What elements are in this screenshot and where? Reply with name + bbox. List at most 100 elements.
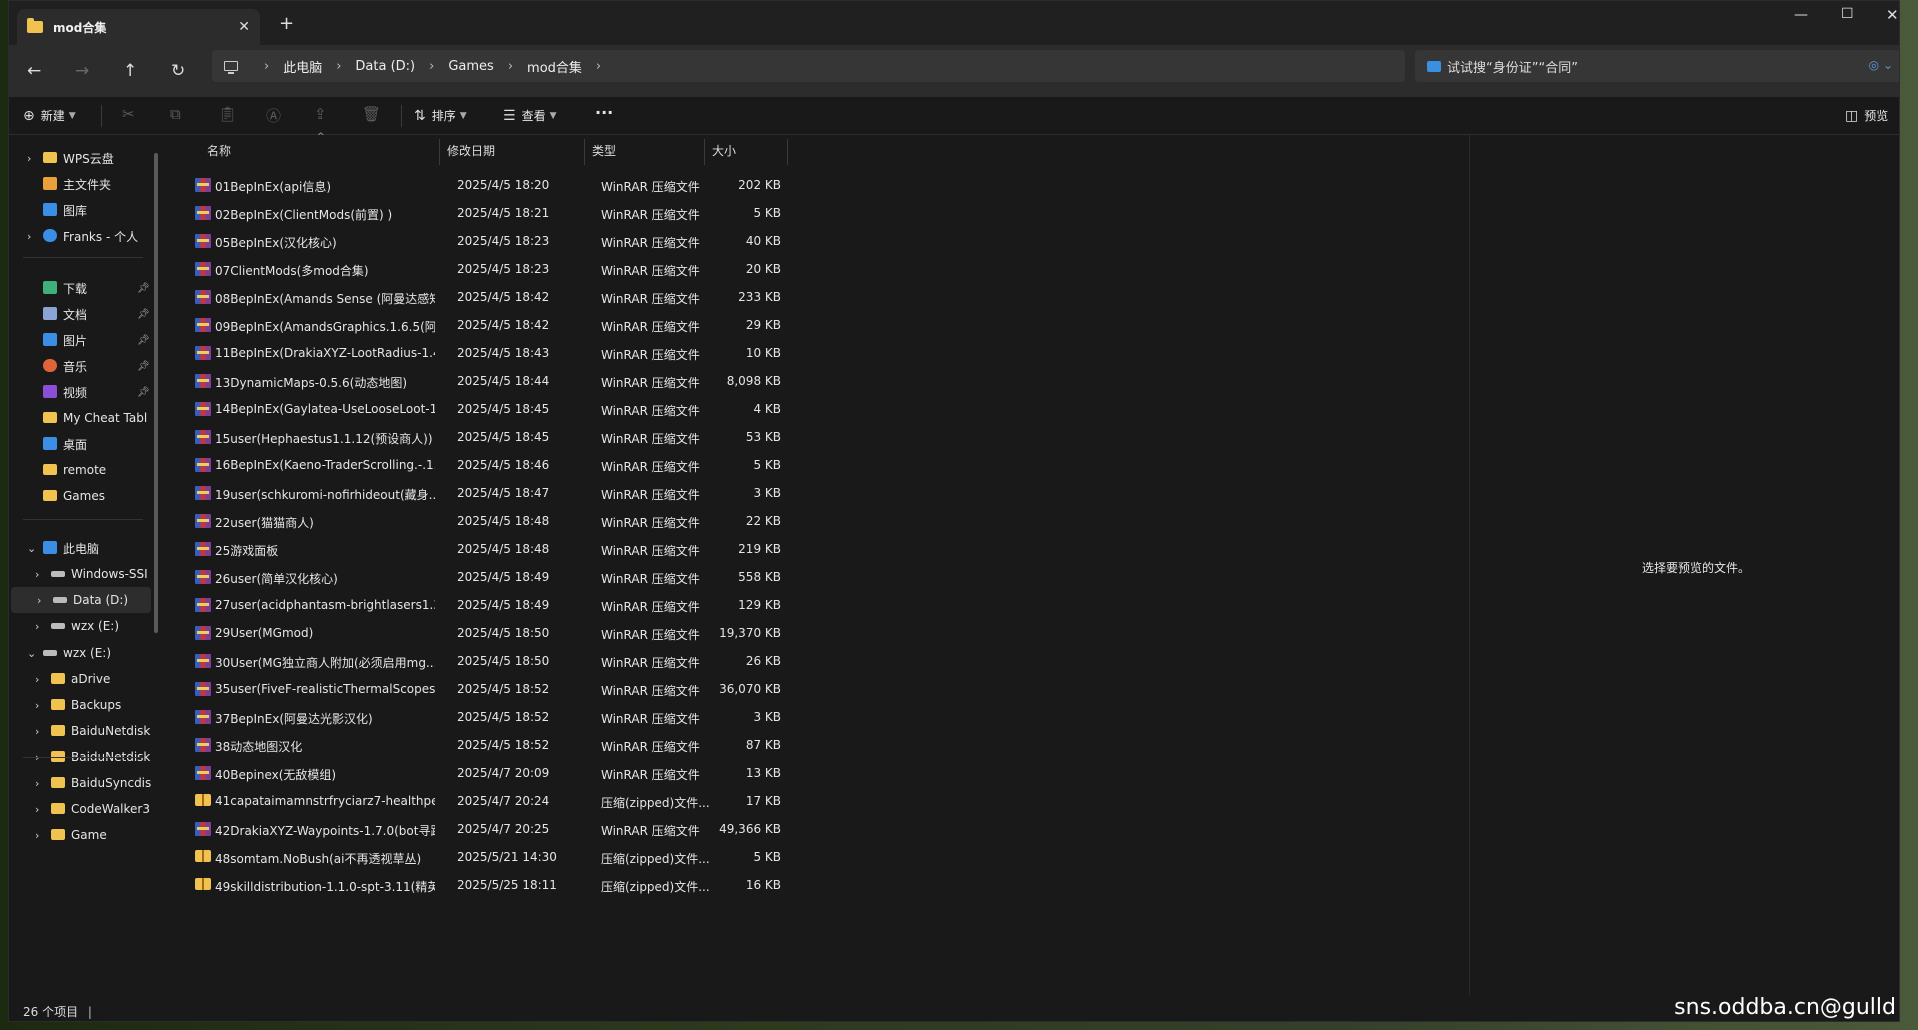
breadcrumb-mod-collection[interactable]: mod合集 bbox=[527, 57, 582, 76]
file-row[interactable]: 41capataimamnstrfryciarz7-healthperl... 2… bbox=[169, 787, 789, 815]
sidebar-item[interactable]: 文档 📌︎ bbox=[9, 301, 150, 327]
chevron-right-icon[interactable]: › bbox=[37, 594, 41, 607]
column-header-type[interactable]: 类型 bbox=[592, 135, 616, 165]
chevron-right-icon[interactable]: › bbox=[35, 568, 39, 581]
file-row[interactable]: 14BepInEx(Gaylatea-UseLooseLoot-1... 2025… bbox=[169, 395, 789, 423]
file-row[interactable]: 27user(acidphantasm-brightlasers1.3.... 2… bbox=[169, 591, 789, 619]
share-icon[interactable]: ⇪ bbox=[314, 105, 327, 123]
column-divider[interactable] bbox=[439, 139, 440, 165]
column-header-name[interactable]: 名称 bbox=[207, 135, 231, 165]
file-row[interactable]: 15user(Hephaestus1.1.12(预设商人)) 2025/4/5 1… bbox=[169, 423, 789, 451]
chevron-right-icon[interactable]: › bbox=[35, 620, 39, 633]
sidebar-item[interactable]: › Game bbox=[9, 822, 149, 848]
file-row[interactable]: 02BepInEx(ClientMods(前置) ) 2025/4/5 18:21… bbox=[169, 199, 789, 227]
chevron-right-icon[interactable]: › bbox=[35, 829, 39, 842]
file-row[interactable]: 40Bepinex(无敌模组) 2025/4/7 20:09 WinRAR 压缩文件… bbox=[169, 759, 789, 787]
new-button[interactable]: ⊕ 新建 ▼ bbox=[23, 107, 76, 124]
breadcrumb-this-pc[interactable]: 此电脑 bbox=[283, 57, 322, 76]
sidebar-item[interactable]: 桌面 bbox=[9, 431, 149, 457]
maximize-icon[interactable]: ☐ bbox=[1841, 6, 1854, 22]
sidebar-item[interactable]: › BaiduSyncdis bbox=[9, 770, 151, 796]
file-row[interactable]: 29User(MGmod) 2025/4/5 18:50 WinRAR 压缩文件 19… bbox=[169, 619, 789, 647]
column-divider[interactable] bbox=[704, 139, 705, 165]
sidebar-item[interactable]: › WPS云盘 bbox=[9, 145, 149, 171]
file-row[interactable]: 01BepInEx(api信息) 2025/4/5 18:20 WinRAR 压缩文… bbox=[169, 171, 789, 199]
sidebar-item[interactable]: 音乐 📌︎ bbox=[9, 353, 150, 379]
file-row[interactable]: 09BepInEx(AmandsGraphics.1.6.5(阿... 2025/… bbox=[169, 311, 789, 339]
copy-icon[interactable]: ⧉ bbox=[170, 105, 181, 123]
view-button[interactable]: ☰ 查看 ▼ bbox=[503, 107, 557, 124]
sidebar-item[interactable]: › aDrive bbox=[9, 666, 149, 692]
file-row[interactable]: 22user(猫猫商人) 2025/4/5 18:48 WinRAR 压缩文件 22 … bbox=[169, 507, 789, 535]
sidebar-item[interactable]: › Windows-SSI bbox=[9, 561, 149, 587]
file-row[interactable]: 38动态地图汉化 2025/4/5 18:52 WinRAR 压缩文件 87 KB bbox=[169, 731, 789, 759]
column-divider[interactable] bbox=[787, 139, 788, 165]
sidebar-item[interactable]: Games bbox=[9, 483, 149, 509]
search-box[interactable]: 试试搜“身份证”“合同” ◎ ⌄ bbox=[1415, 50, 1899, 82]
file-row[interactable]: 49skilldistribution-1.1.0-spt-3.11(精英...… bbox=[169, 871, 789, 899]
column-divider[interactable] bbox=[584, 139, 585, 165]
file-row[interactable]: 13DynamicMaps-0.5.6(动态地图) 2025/4/5 18:44 W… bbox=[169, 367, 789, 395]
new-tab-button[interactable]: + bbox=[279, 13, 294, 34]
preview-pane-button[interactable]: ◫ 预览 bbox=[1845, 107, 1888, 124]
sidebar-item[interactable]: 图片 📌︎ bbox=[9, 327, 150, 353]
file-row[interactable]: 48somtam.NoBush(ai不再透视草丛) 2025/5/21 14:30… bbox=[169, 843, 789, 871]
file-row[interactable]: 05BepInEx(汉化核心) 2025/4/5 18:23 WinRAR 压缩文件… bbox=[169, 227, 789, 255]
address-bar[interactable]: › 此电脑 › Data (D:) › Games › mod合集 › bbox=[212, 50, 1405, 82]
file-row[interactable]: 37BepInEx(阿曼达光影汉化) 2025/4/5 18:52 WinRAR 压… bbox=[169, 703, 789, 731]
sidebar-item[interactable]: 视频 📌︎ bbox=[9, 379, 150, 405]
chevron-right-icon[interactable]: › bbox=[27, 152, 31, 165]
file-row[interactable]: 16BepInEx(Kaeno-TraderScrolling.-.1.... 2… bbox=[169, 451, 789, 479]
file-row[interactable]: 42DrakiaXYZ-Waypoints-1.7.0(bot寻路) 2025/4… bbox=[169, 815, 789, 843]
column-header-size[interactable]: 大小 bbox=[712, 135, 736, 165]
sidebar-item[interactable]: › Franks - 个人 bbox=[9, 223, 149, 249]
file-row[interactable]: 35user(FiveF-realisticThermalScopes-... 2… bbox=[169, 675, 789, 703]
sidebar-item[interactable]: My Cheat Tabl bbox=[9, 405, 149, 431]
chevron-right-icon[interactable]: › bbox=[35, 803, 39, 816]
file-row[interactable]: 19user(schkuromi-nofirhideout(藏身... 2025/… bbox=[169, 479, 789, 507]
file-row[interactable]: 26user(简单汉化核心) 2025/4/5 18:49 WinRAR 压缩文件 5… bbox=[169, 563, 789, 591]
chevron-right-icon[interactable]: › bbox=[35, 777, 39, 790]
chevron-right-icon[interactable]: › bbox=[27, 230, 31, 243]
cut-icon[interactable]: ✂ bbox=[122, 105, 135, 123]
sidebar-item[interactable]: 图库 bbox=[9, 197, 149, 223]
chevron-down-icon[interactable]: ⌄ bbox=[27, 647, 36, 660]
sidebar-item[interactable]: › Data (D:) bbox=[11, 587, 151, 613]
sidebar-item[interactable]: › wzx (E:) bbox=[9, 613, 149, 639]
rename-icon[interactable]: Ⓐ bbox=[266, 105, 281, 126]
sidebar-item[interactable]: ⌄ 此电脑 bbox=[9, 535, 149, 561]
breadcrumb-data-d[interactable]: Data (D:) bbox=[355, 59, 415, 74]
sidebar-item[interactable]: ⌄ wzx (E:) bbox=[9, 640, 149, 666]
minimize-icon[interactable]: — bbox=[1794, 7, 1808, 23]
file-row[interactable]: 30User(MG独立商人附加(必须启用mg... 2025/4/5 18:50 W… bbox=[169, 647, 789, 675]
tab-close-icon[interactable]: ✕ bbox=[238, 19, 250, 35]
tab-mod-collection[interactable]: mod合集 ✕ bbox=[17, 9, 260, 45]
delete-icon[interactable]: 🗑︎ bbox=[362, 105, 381, 123]
close-window-icon[interactable]: ✕ bbox=[1886, 6, 1899, 24]
column-header-date[interactable]: 修改日期 bbox=[447, 135, 495, 165]
breadcrumb-games[interactable]: Games bbox=[448, 59, 493, 74]
sidebar-item[interactable]: › CodeWalker3 bbox=[9, 796, 150, 822]
file-row[interactable]: 07ClientMods(多mod合集) 2025/4/5 18:23 WinRAR… bbox=[169, 255, 789, 283]
chevron-down-icon[interactable]: ⌄ bbox=[27, 542, 36, 555]
sort-button[interactable]: ⇅ 排序 ▼ bbox=[414, 107, 467, 124]
up-button[interactable]: ↑ bbox=[123, 61, 137, 81]
search-options-icon[interactable]: ◎ ⌄ bbox=[1869, 58, 1893, 72]
sidebar-item[interactable]: remote bbox=[9, 457, 149, 483]
sidebar-item[interactable]: › Backups bbox=[9, 692, 149, 718]
paste-icon[interactable]: 📋︎ bbox=[218, 105, 237, 123]
sidebar-item[interactable]: 主文件夹 bbox=[9, 171, 149, 197]
file-row[interactable]: 25游戏面板 2025/4/5 18:48 WinRAR 压缩文件 219 KB bbox=[169, 535, 789, 563]
back-button[interactable]: ← bbox=[27, 61, 41, 81]
refresh-button[interactable]: ↻ bbox=[171, 61, 185, 81]
chevron-right-icon[interactable]: › bbox=[35, 725, 39, 738]
file-row[interactable]: 11BepInEx(DrakiaXYZ-LootRadius-1.4... 202… bbox=[169, 339, 789, 367]
chevron-right-icon[interactable]: › bbox=[35, 673, 39, 686]
forward-button[interactable]: → bbox=[75, 61, 89, 81]
chevron-right-icon[interactable]: › bbox=[35, 699, 39, 712]
more-options-button[interactable]: ··· bbox=[595, 103, 613, 122]
sidebar-item[interactable]: 下载 📌︎ bbox=[9, 275, 150, 301]
file-row[interactable]: 08BepInEx(Amands Sense (阿曼达感知)) 2025/4/5 … bbox=[169, 283, 789, 311]
sidebar-item[interactable]: › BaiduNetdisk bbox=[9, 718, 150, 744]
navigation-scrollbar[interactable] bbox=[154, 153, 158, 633]
